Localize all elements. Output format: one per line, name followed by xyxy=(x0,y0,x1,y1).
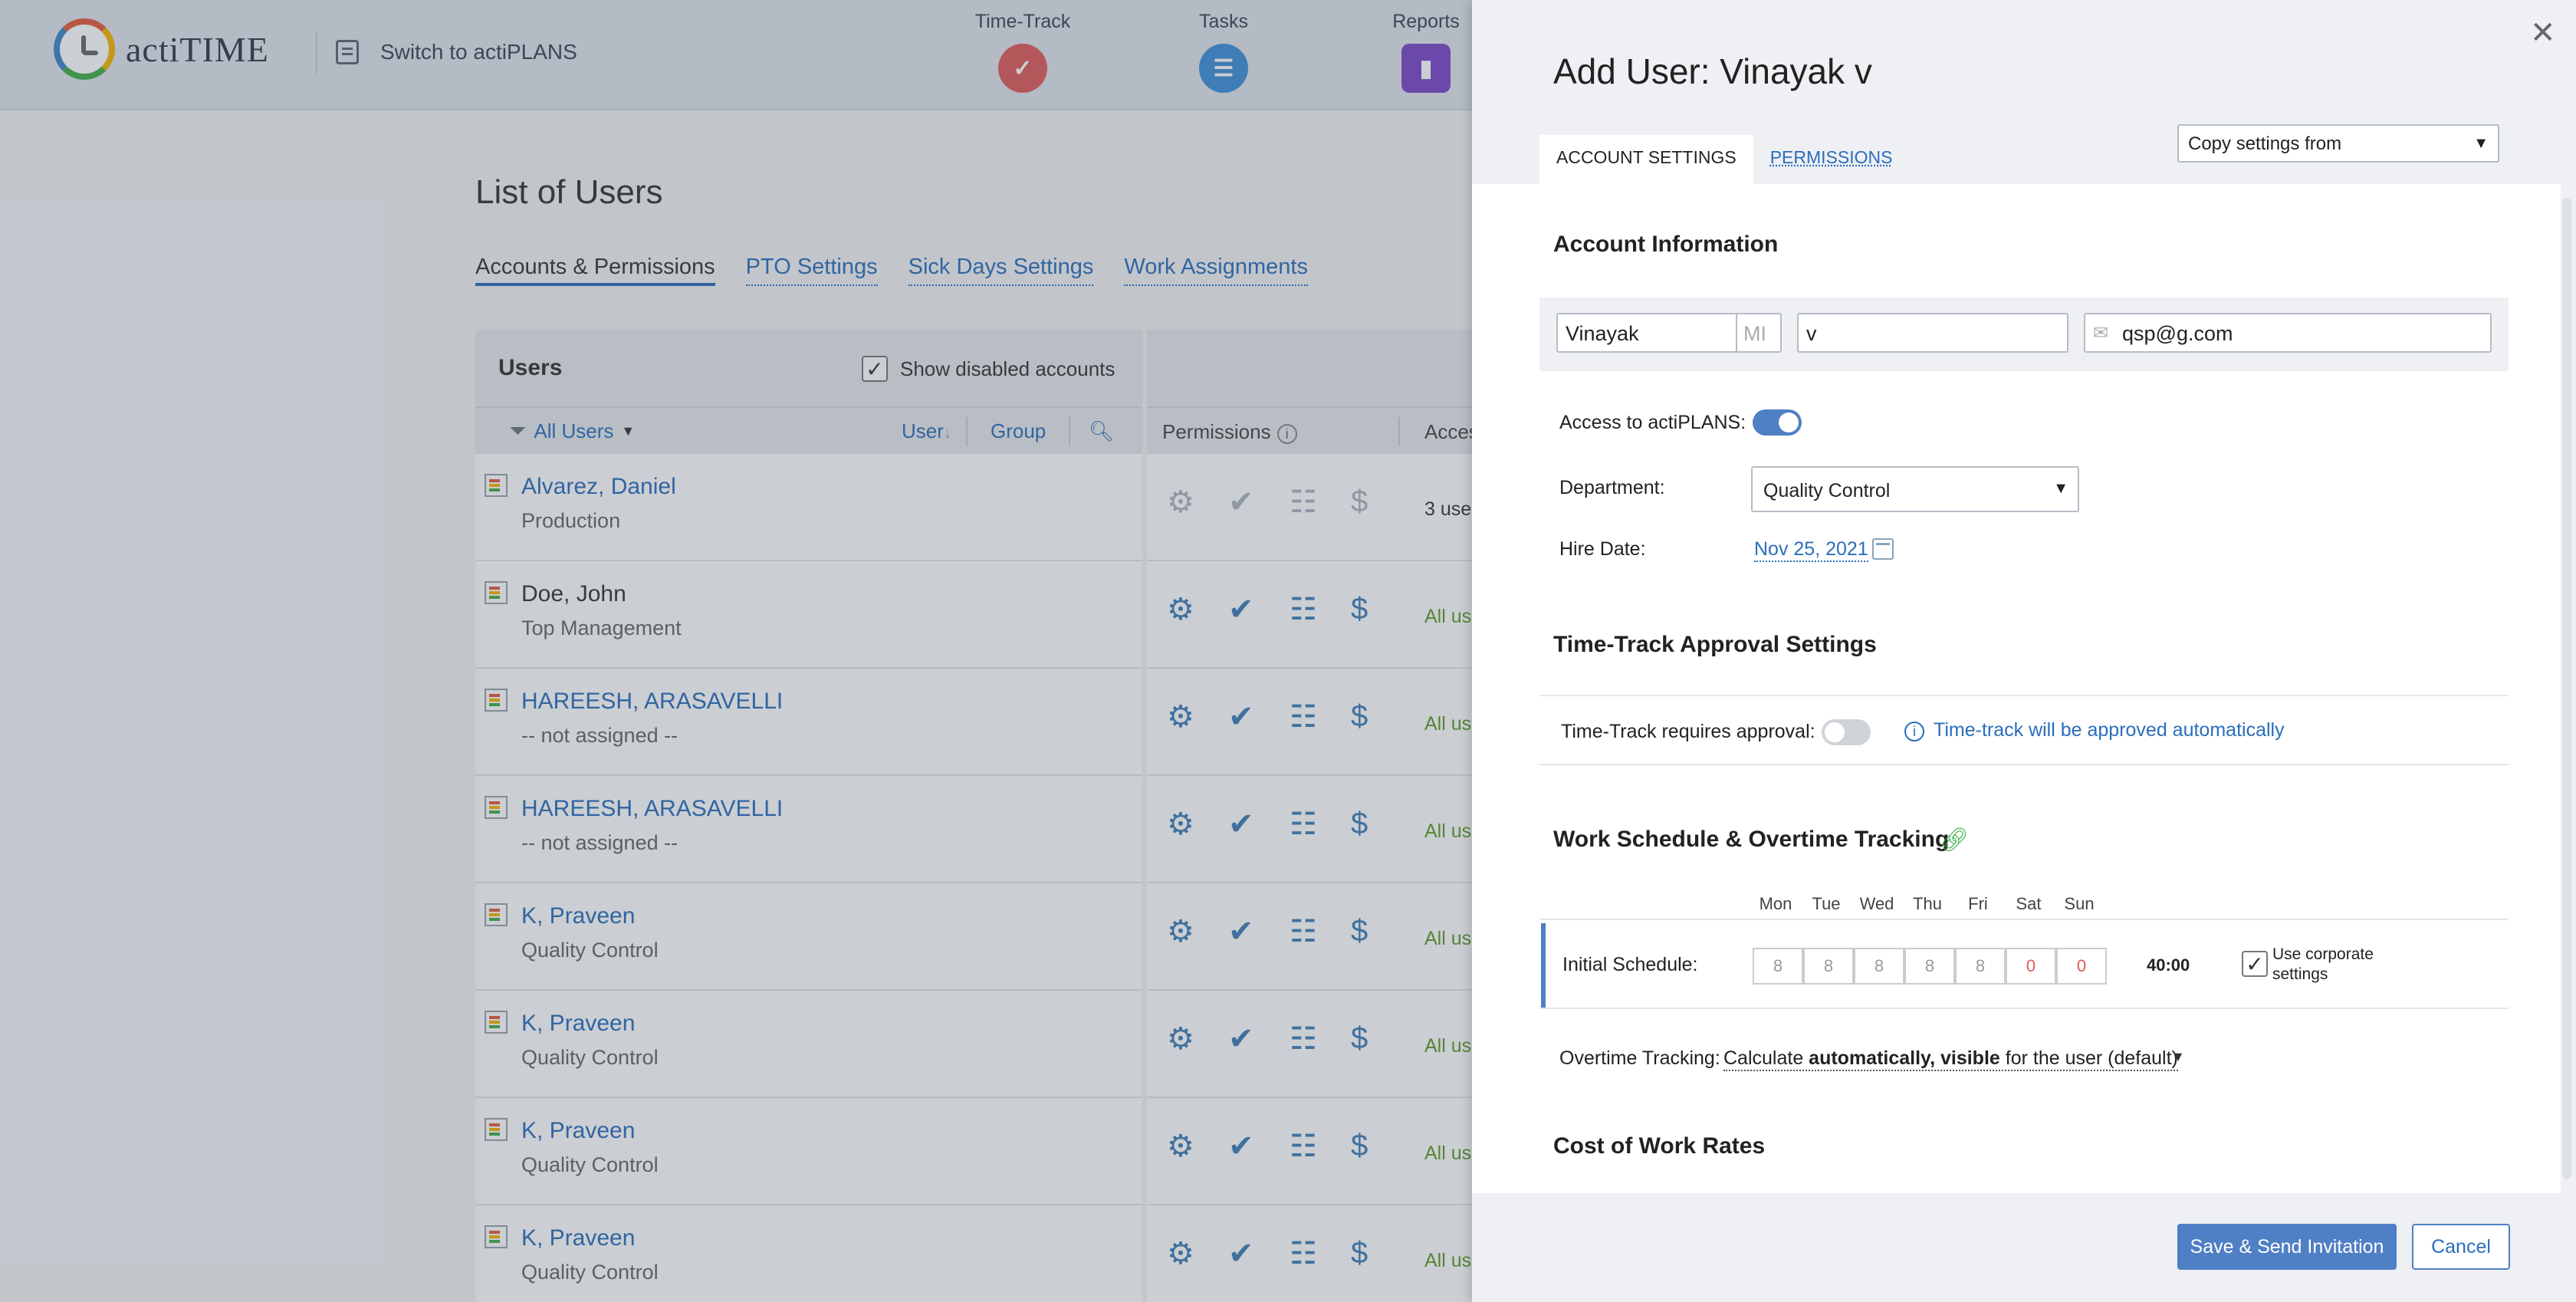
email-field[interactable]: ✉ qsp@g.com xyxy=(2084,313,2492,353)
day-sat: Sat xyxy=(2016,894,2042,913)
hours-sun[interactable]: 0 xyxy=(2056,948,2107,985)
panel-scrollbar[interactable] xyxy=(2562,198,2571,1179)
access-actiplans-label: Access to actiPLANS: xyxy=(1559,412,1746,433)
dropdown-arrow-icon: ▼ xyxy=(2053,480,2068,497)
department-label: Department: xyxy=(1559,477,1665,498)
tab-account-settings[interactable]: ACCOUNT SETTINGS xyxy=(1539,135,1753,184)
overtime-select[interactable]: Calculate automatically, visible for the… xyxy=(1723,1047,2178,1071)
hours-sat[interactable]: 0 xyxy=(2006,948,2056,985)
dropdown-arrow-icon: ▼ xyxy=(2473,135,2489,152)
initial-schedule-label: Initial Schedule: xyxy=(1562,954,1698,975)
email-value: qsp@g.com xyxy=(2122,322,2233,345)
hire-date-value[interactable]: Nov 25, 2021 xyxy=(1754,538,1868,562)
panel-tabs: ACCOUNT SETTINGS PERMISSIONS xyxy=(1539,135,1909,184)
divider xyxy=(1539,919,2509,920)
day-tue: Tue xyxy=(1812,894,1841,913)
copy-settings-value: Copy settings from xyxy=(2188,133,2342,154)
use-corporate-checkbox[interactable]: ✓ xyxy=(2242,951,2268,977)
chevron-down-icon[interactable]: ▼ xyxy=(2171,1049,2185,1065)
account-info-title: Account Information xyxy=(1553,232,1779,257)
schedule-total: 40:00 xyxy=(2147,955,2190,975)
approval-label: Time-Track requires approval: xyxy=(1561,721,1815,742)
use-corporate-label: Use corporate settings xyxy=(2272,945,2374,983)
hours-tue[interactable]: 8 xyxy=(1803,948,1854,985)
day-wed: Wed xyxy=(1859,894,1894,913)
approval-info-text: Time-track will be approved automaticall… xyxy=(1934,719,2285,741)
envelope-icon: ✉ xyxy=(2093,323,2109,344)
day-mon: Mon xyxy=(1759,894,1792,913)
middle-initial-field[interactable]: MI xyxy=(1736,313,1782,353)
overtime-label: Overtime Tracking: xyxy=(1559,1047,1720,1069)
copy-settings-select[interactable]: Copy settings from ▼ xyxy=(2177,124,2499,163)
last-name-field[interactable]: v xyxy=(1797,313,2068,353)
approval-title: Time-Track Approval Settings xyxy=(1553,632,1877,657)
approval-toggle[interactable] xyxy=(1822,719,1871,745)
department-select[interactable]: Quality Control ▼ xyxy=(1751,466,2079,512)
close-icon[interactable]: ✕ xyxy=(2530,15,2556,51)
info-icon: i xyxy=(1904,722,1924,741)
divider xyxy=(1539,695,2509,696)
hire-date-label: Hire Date: xyxy=(1559,538,1646,560)
link-icon[interactable]: 🔗︎ xyxy=(1940,827,1969,853)
hours-fri[interactable]: 8 xyxy=(1955,948,2006,985)
calendar-icon[interactable] xyxy=(1872,538,1894,560)
divider xyxy=(1539,1008,2509,1009)
overtime-prefix: Calculate xyxy=(1723,1047,1809,1069)
first-name-field[interactable]: Vinayak xyxy=(1556,313,1739,353)
hours-thu[interactable]: 8 xyxy=(1904,948,1955,985)
divider xyxy=(1539,764,2509,765)
day-fri: Fri xyxy=(1968,894,1988,913)
panel-title: Add User: Vinayak v xyxy=(1553,51,1872,91)
hours-wed[interactable]: 8 xyxy=(1854,948,1904,985)
tab-permissions[interactable]: PERMISSIONS xyxy=(1753,135,1910,184)
hours-mon[interactable]: 8 xyxy=(1753,948,1803,985)
cancel-button[interactable]: Cancel xyxy=(2412,1224,2510,1270)
access-actiplans-toggle[interactable] xyxy=(1753,409,1802,436)
department-value: Quality Control xyxy=(1763,480,1891,501)
overtime-suffix: for the user (default) xyxy=(1999,1047,2178,1069)
day-thu: Thu xyxy=(1913,894,1942,913)
schedule-title: Work Schedule & Overtime Tracking xyxy=(1553,827,1950,852)
save-send-invitation-button[interactable]: Save & Send Invitation xyxy=(2177,1224,2397,1270)
modal-overlay[interactable] xyxy=(0,0,1472,1302)
day-sun: Sun xyxy=(2064,894,2095,913)
cost-rates-title: Cost of Work Rates xyxy=(1553,1133,1766,1159)
approval-info: i Time-track will be approved automatical… xyxy=(1904,719,2285,741)
overtime-bold: automatically, visible xyxy=(1809,1047,2000,1069)
